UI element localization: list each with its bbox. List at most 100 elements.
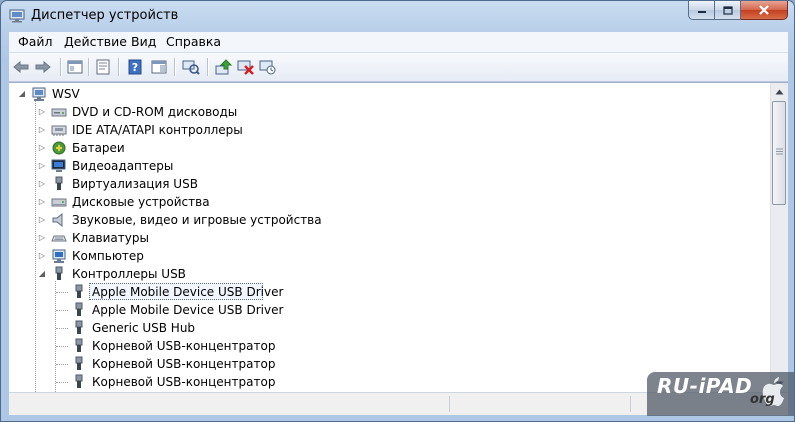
device-manager-app-icon [9,9,25,23]
disable-button[interactable] [258,57,278,77]
device-label: Корневой USB-концентратор [92,375,276,389]
category-label: Компьютер [72,249,144,263]
action-pane-button[interactable] [149,57,169,77]
toolbar-separator [60,58,62,76]
expand-arrow-icon[interactable]: ▷ [37,250,47,262]
speaker-icon [52,212,63,228]
usb-device-item[interactable]: Generic USB Hub [9,319,769,337]
disable-icon [259,60,276,75]
tree-category[interactable]: ▷ Компьютер [9,247,769,265]
dvd-drive-icon [51,108,67,117]
tree-category[interactable]: ▷ Батареи [9,139,769,157]
back-icon [13,60,29,74]
menu-bar: Файл Действие Вид Справка [9,32,788,53]
usb-device-item[interactable]: Корневой USB-концентратор [9,337,769,355]
menu-file[interactable]: Файл [18,34,53,49]
minimize-button[interactable] [688,1,715,20]
collapse-arrow-icon[interactable]: ◢ [37,268,47,280]
uninstall-icon [237,60,254,75]
device-manager-window: Диспетчер устройств Файл Действие Вид Сп… [0,0,795,422]
usb-plug-icon [75,320,83,334]
close-button[interactable] [741,1,788,20]
category-label: Контроллеры USB [72,267,186,281]
tree-guide-line [56,328,68,329]
expand-arrow-icon[interactable]: ▷ [37,232,47,244]
tree-guide-line [56,292,68,293]
menu-action[interactable]: Действие [64,34,127,49]
uninstall-button[interactable] [236,57,256,77]
tree-guide-line [56,346,68,347]
device-label: Apple Mobile Device USB Driver [92,285,284,299]
menu-help[interactable]: Справка [166,34,221,49]
tree-category[interactable]: ▷ IDE ATA/ATAPI контроллеры [9,121,769,139]
category-label: Дисковые устройства [72,195,210,209]
forward-icon [35,60,51,74]
window-title: Диспетчер устройств [31,8,179,23]
vertical-scrollbar[interactable] [770,83,788,392]
caption-buttons [688,1,788,21]
tree-category[interactable]: ▷ Клавиатуры [9,229,769,247]
menu-view[interactable]: Вид [131,34,156,49]
help-button[interactable]: ? [125,57,145,77]
expand-arrow-icon[interactable]: ▷ [37,178,47,190]
usb-device-item[interactable]: Корневой USB-концентратор [9,355,769,373]
properties-button[interactable] [93,57,113,77]
grip-icon [776,148,783,155]
maximize-icon [722,5,733,15]
toolbar-separator [88,58,90,76]
tree-root-wsv[interactable]: ◢ WSV [9,85,769,103]
scan-hardware-icon [182,60,200,75]
watermark-subtext: org [750,392,775,407]
usb-plug-icon [55,176,63,190]
keyboard-icon [51,235,67,242]
usb-device-item-selected[interactable]: Apple Mobile Device USB Driver [9,283,769,301]
computer-icon [32,87,46,101]
disk-drive-icon [51,198,67,207]
category-label: IDE ATA/ATAPI контроллеры [72,123,243,137]
tree-category[interactable]: ▷ Видеоадаптеры [9,157,769,175]
category-label: Батареи [72,141,125,155]
watermark-text: RU-iPAD [657,374,753,398]
tree-category[interactable]: ▷ DVD и CD-ROM дисководы [9,103,769,121]
usb-plug-icon [75,374,83,388]
device-label: Корневой USB-концентратор [92,357,276,371]
close-icon [759,5,769,15]
forward-button[interactable] [33,57,53,77]
update-driver-button[interactable] [214,57,234,77]
computer-icon [52,249,66,263]
toolbar-separator [174,58,176,76]
expand-arrow-icon[interactable]: ▷ [37,196,47,208]
tree-category[interactable]: ▷ Виртуализация USB [9,175,769,193]
title-bar[interactable]: Диспетчер устройств [1,1,794,31]
scan-hardware-button[interactable] [181,57,201,77]
category-label: Клавиатуры [72,231,149,245]
expand-arrow-icon[interactable]: ▷ [37,124,47,136]
properties-icon [96,59,110,75]
usb-device-item[interactable]: Apple Mobile Device USB Driver [9,301,769,319]
usb-plug-icon [75,302,83,316]
category-label: Видеоадаптеры [72,159,174,173]
update-driver-icon [215,59,233,75]
tree-guide-line [56,364,68,365]
expand-arrow-icon[interactable]: ▷ [37,160,47,172]
toolbar-separator [207,58,209,76]
tree-category-usb-controllers[interactable]: ◢ Контроллеры USB [9,265,769,283]
category-label: Виртуализация USB [72,177,198,191]
tree-category[interactable]: ▷ Звуковые, видео и игровые устройства [9,211,769,229]
maximize-button[interactable] [715,1,741,20]
collapse-arrow-icon[interactable]: ◢ [17,88,27,100]
device-label: Apple Mobile Device USB Driver [92,303,284,317]
tree-category[interactable]: ▷ Дисковые устройства [9,193,769,211]
show-hide-tree-button[interactable] [65,57,85,77]
usb-plug-icon [75,284,83,298]
expand-arrow-icon[interactable]: ▷ [37,214,47,226]
scrollbar-thumb[interactable] [772,101,786,205]
scroll-up-button[interactable] [771,83,788,100]
show-hide-tree-icon [67,60,83,74]
svg-text:?: ? [132,61,138,74]
expand-arrow-icon[interactable]: ▷ [37,142,47,154]
back-button[interactable] [11,57,31,77]
usb-plug-icon [75,338,83,352]
category-label: Звуковые, видео и игровые устройства [72,213,322,227]
expand-arrow-icon[interactable]: ▷ [37,106,47,118]
